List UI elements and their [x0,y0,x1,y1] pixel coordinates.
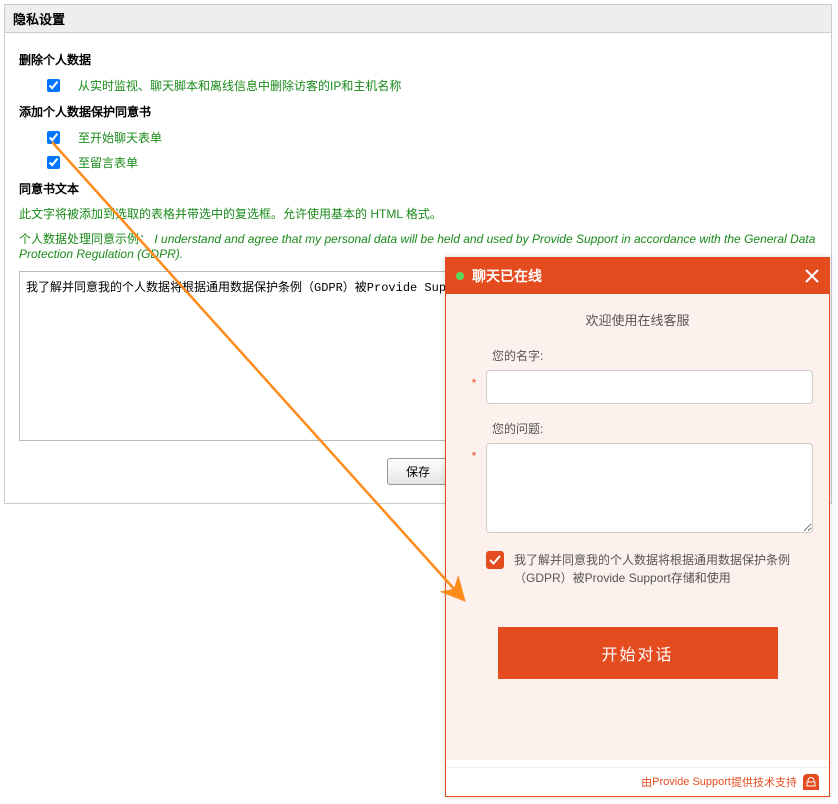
lock-icon [803,774,819,790]
status-dot-icon [456,272,464,280]
add-row-1: 至开始聊天表单 [43,128,817,147]
start-chat-button[interactable]: 开始对话 [498,627,778,679]
add-link-1[interactable]: 至开始聊天表单 [78,129,162,146]
add-checkbox-2[interactable] [47,156,60,169]
chat-header: 聊天已在线 [446,258,829,294]
name-field-group: 您的名字: * [462,347,813,404]
delete-section-title: 删除个人数据 [19,51,817,68]
delete-row: 从实时监视、聊天脚本和离线信息中删除访客的IP和主机名称 [43,76,817,95]
name-label: 您的名字: [492,347,813,364]
required-star-icon: * [462,370,486,390]
required-star-icon: * [462,443,486,463]
consent-row: 我了解并同意我的个人数据将根据通用数据保护条例（GDPR）被Provide Su… [486,551,813,587]
consent-checkbox[interactable] [486,551,504,569]
close-icon[interactable] [805,269,819,284]
delete-link[interactable]: 从实时监视、聊天脚本和离线信息中删除访客的IP和主机名称 [78,77,401,94]
add-row-2: 至留言表单 [43,153,817,172]
example-prefix: 个人数据处理同意示例： [19,232,151,246]
footer-suffix: 提供技术支持 [731,774,797,790]
chat-header-title: 聊天已在线 [472,266,805,286]
chat-widget: 聊天已在线 欢迎使用在线客服 您的名字: * 您的问题: * 我了解并同意我的个… [445,257,830,797]
question-label: 您的问题: [492,420,813,437]
question-textarea[interactable] [486,443,813,533]
consent-text: 我了解并同意我的个人数据将根据通用数据保护条例（GDPR）被Provide Su… [514,551,813,587]
text-section-title: 同意书文本 [19,180,817,197]
panel-title: 隐私设置 [5,5,831,33]
chat-body: 欢迎使用在线客服 您的名字: * 您的问题: * 我了解并同意我的个人数据将根据… [446,294,829,760]
delete-checkbox[interactable] [47,79,60,92]
question-field-group: 您的问题: * [462,420,813,533]
footer-brand[interactable]: Provide Support [652,776,731,788]
add-section-title: 添加个人数据保护同意书 [19,103,817,120]
add-link-2[interactable]: 至留言表单 [78,154,138,171]
text-desc: 此文字将被添加到选取的表格并带选中的复选框。允许使用基本的 HTML 格式。 [19,205,817,222]
footer-prefix: 由 [641,774,652,790]
name-input[interactable] [486,370,813,404]
chat-welcome: 欢迎使用在线客服 [462,310,813,329]
chat-footer: 由 Provide Support 提供技术支持 [446,767,829,796]
save-button[interactable]: 保存 [387,458,449,485]
add-checkbox-1[interactable] [47,131,60,144]
